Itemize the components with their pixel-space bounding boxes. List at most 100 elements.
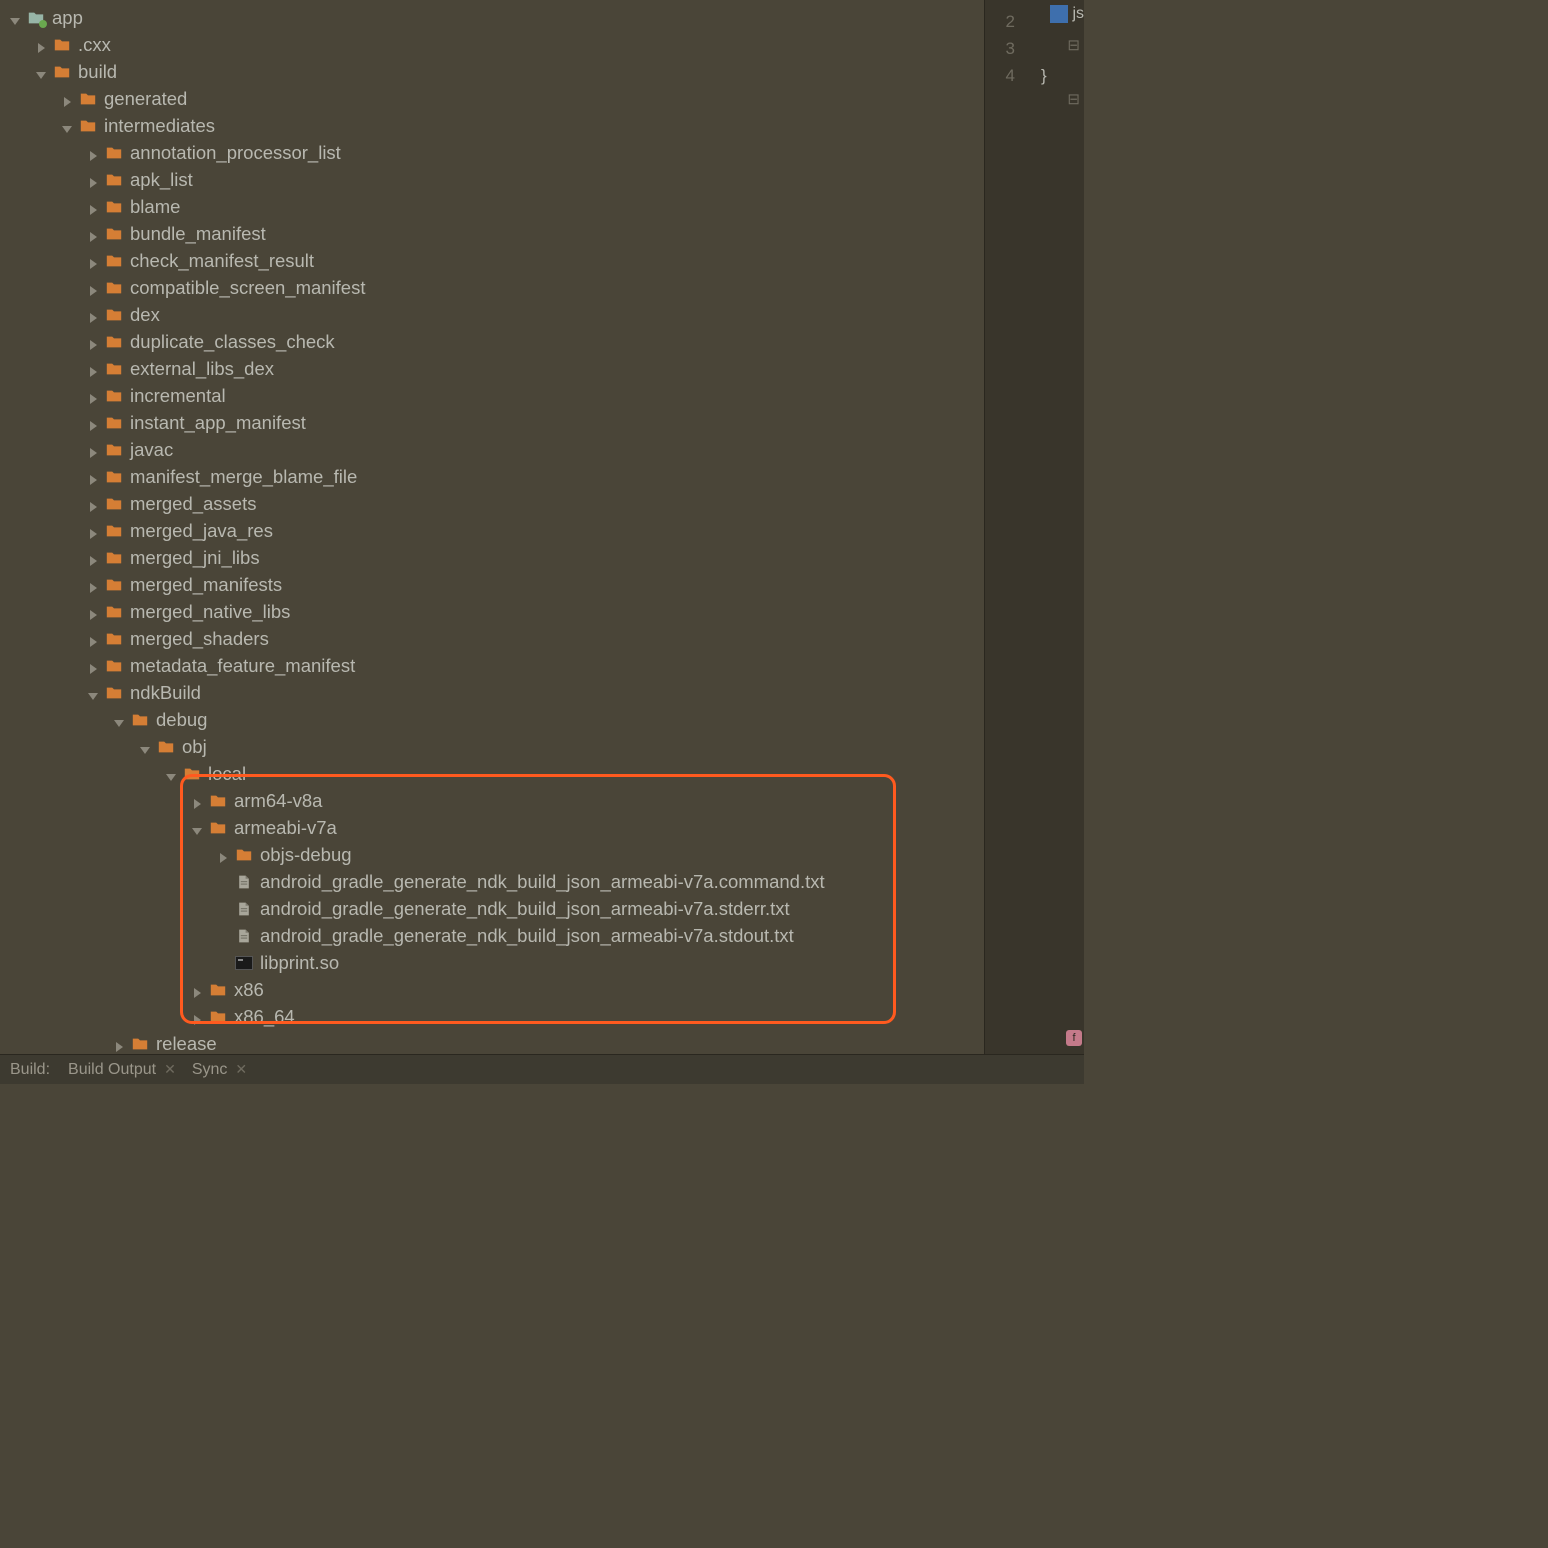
- chevron-right-icon: [112, 1037, 126, 1051]
- tree-item-release[interactable]: release: [0, 1030, 984, 1057]
- tree-item-ndkbuild[interactable]: ndkBuild: [0, 679, 984, 706]
- tree-item[interactable]: merged_jni_libs: [0, 544, 984, 571]
- fold-marker-icon[interactable]: ⊟: [1067, 86, 1080, 113]
- tree-item[interactable]: blame: [0, 193, 984, 220]
- chevron-right-icon: [86, 470, 100, 484]
- tree-label: instant_app_manifest: [130, 412, 306, 434]
- chevron-right-icon: [34, 38, 48, 52]
- project-tree-panel: app .cxx build generated intermediates a…: [0, 0, 984, 1084]
- tree-item[interactable]: merged_assets: [0, 490, 984, 517]
- tree-item[interactable]: manifest_merge_blame_file: [0, 463, 984, 490]
- tree-item[interactable]: check_manifest_result: [0, 247, 984, 274]
- close-icon[interactable]: ✕: [164, 1061, 176, 1078]
- close-icon[interactable]: ✕: [235, 1061, 247, 1078]
- folder-icon: [156, 737, 176, 757]
- tree-item[interactable]: apk_list: [0, 166, 984, 193]
- tree-item-file[interactable]: android_gradle_generate_ndk_build_json_a…: [0, 868, 984, 895]
- tree-label: armeabi-v7a: [234, 817, 337, 839]
- tree-item-obj[interactable]: obj: [0, 733, 984, 760]
- folder-icon: [104, 278, 124, 298]
- chevron-right-icon: [86, 443, 100, 457]
- chevron-right-icon: [86, 524, 100, 538]
- tree-item[interactable]: external_libs_dex: [0, 355, 984, 382]
- tree-item[interactable]: incremental: [0, 382, 984, 409]
- folder-icon: [104, 305, 124, 325]
- tree-label: app: [52, 7, 83, 29]
- tree-item-file[interactable]: android_gradle_generate_ndk_build_json_a…: [0, 922, 984, 949]
- tree-item-arm64[interactable]: arm64-v8a: [0, 787, 984, 814]
- folder-icon: [104, 440, 124, 460]
- tree-item-app[interactable]: app: [0, 4, 984, 31]
- folder-icon: [234, 845, 254, 865]
- text-file-icon: [234, 872, 254, 892]
- line-number: 2: [985, 8, 1015, 35]
- chevron-down-icon: [86, 686, 100, 700]
- chevron-right-icon: [190, 983, 204, 997]
- tree-label: annotation_processor_list: [130, 142, 341, 164]
- folder-icon: [104, 413, 124, 433]
- module-icon: [26, 8, 46, 28]
- tree-item-objsdebug[interactable]: objs-debug: [0, 841, 984, 868]
- chevron-right-icon: [216, 848, 230, 862]
- js-file-icon: [1050, 5, 1068, 23]
- tree-item-libprint[interactable]: libprint.so: [0, 949, 984, 976]
- tree-item-x86[interactable]: x86: [0, 976, 984, 1003]
- tree-item-armeabi[interactable]: armeabi-v7a: [0, 814, 984, 841]
- tree-item-intermediates[interactable]: intermediates: [0, 112, 984, 139]
- tree-item-generated[interactable]: generated: [0, 85, 984, 112]
- tree-label: android_gradle_generate_ndk_build_json_a…: [260, 925, 794, 947]
- tree-item-debug[interactable]: debug: [0, 706, 984, 733]
- tree-item-local[interactable]: local: [0, 760, 984, 787]
- tree-label: merged_java_res: [130, 520, 273, 542]
- chevron-right-icon: [86, 254, 100, 268]
- chevron-right-icon: [60, 92, 74, 106]
- chevron-right-icon: [86, 146, 100, 160]
- tree-label: metadata_feature_manifest: [130, 655, 355, 677]
- tree-item-cxx[interactable]: .cxx: [0, 31, 984, 58]
- folder-icon: [104, 521, 124, 541]
- tree-item[interactable]: metadata_feature_manifest: [0, 652, 984, 679]
- line-number: 3: [985, 35, 1015, 62]
- f-badge-icon: f: [1066, 1030, 1082, 1046]
- fold-marker-icon[interactable]: ⊟: [1067, 32, 1080, 59]
- line-gutter: 2 3 4: [985, 0, 1025, 89]
- build-output-tab[interactable]: Build Output ✕: [60, 1055, 184, 1084]
- tree-item[interactable]: compatible_screen_manifest: [0, 274, 984, 301]
- folder-icon: [104, 332, 124, 352]
- tree-item[interactable]: merged_native_libs: [0, 598, 984, 625]
- tree-label: merged_manifests: [130, 574, 282, 596]
- tree-item[interactable]: dex: [0, 301, 984, 328]
- tree-item[interactable]: instant_app_manifest: [0, 409, 984, 436]
- folder-icon: [104, 629, 124, 649]
- tree-item[interactable]: bundle_manifest: [0, 220, 984, 247]
- code-brace: }: [1025, 62, 1084, 89]
- folder-icon: [104, 548, 124, 568]
- folder-icon: [208, 980, 228, 1000]
- chevron-right-icon: [86, 335, 100, 349]
- tree-label: intermediates: [104, 115, 215, 137]
- tree-label: objs-debug: [260, 844, 352, 866]
- tree-item[interactable]: merged_java_res: [0, 517, 984, 544]
- folder-icon: [104, 251, 124, 271]
- tree-item[interactable]: merged_manifests: [0, 571, 984, 598]
- sync-tab[interactable]: Sync ✕: [184, 1055, 255, 1084]
- folder-icon: [104, 143, 124, 163]
- tree-item-file[interactable]: android_gradle_generate_ndk_build_json_a…: [0, 895, 984, 922]
- folder-icon: [104, 602, 124, 622]
- tree-item[interactable]: duplicate_classes_check: [0, 328, 984, 355]
- tree-label: dex: [130, 304, 160, 326]
- tree-item[interactable]: annotation_processor_list: [0, 139, 984, 166]
- tree-label: obj: [182, 736, 207, 758]
- chevron-down-icon: [112, 713, 126, 727]
- tree-label: build: [78, 61, 117, 83]
- tree-item-x86_64[interactable]: x86_64: [0, 1003, 984, 1030]
- editor-tab[interactable]: js: [1050, 0, 1084, 28]
- folder-icon: [208, 818, 228, 838]
- tab-text: Sync: [192, 1061, 228, 1079]
- folder-icon: [208, 791, 228, 811]
- tree-item-build[interactable]: build: [0, 58, 984, 85]
- tree-item[interactable]: javac: [0, 436, 984, 463]
- tree-label: local: [208, 763, 246, 785]
- tree-item[interactable]: merged_shaders: [0, 625, 984, 652]
- folder-icon: [130, 1034, 150, 1054]
